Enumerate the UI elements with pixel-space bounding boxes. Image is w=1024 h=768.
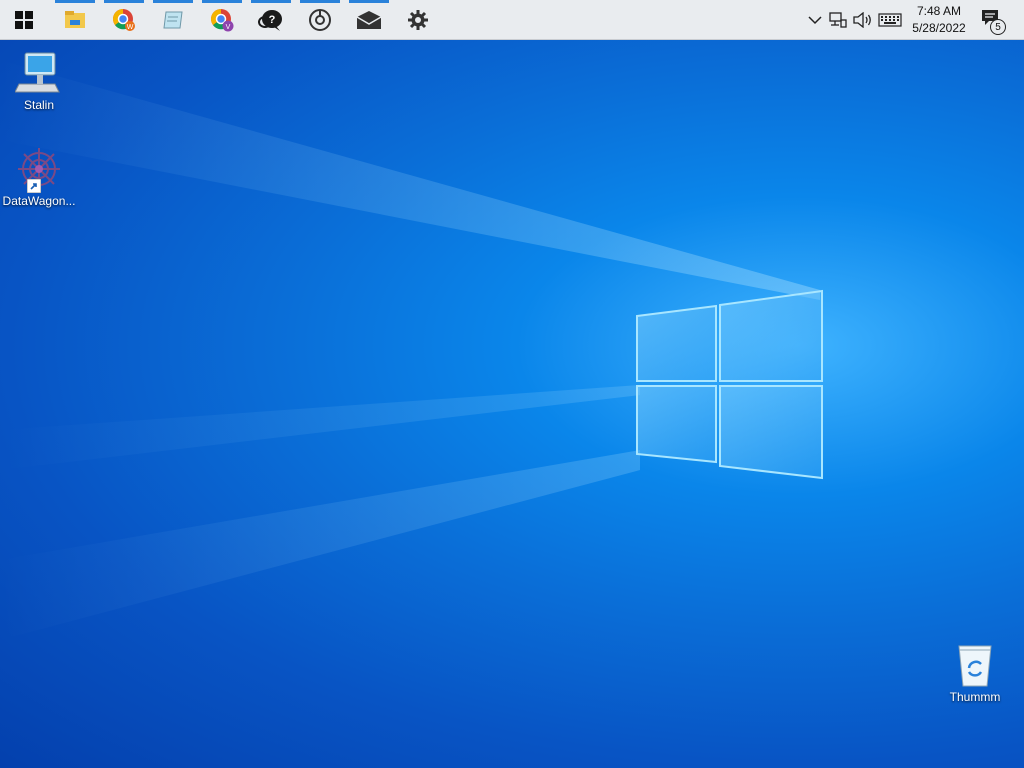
start-button[interactable]	[4, 0, 44, 40]
taskbar-notepad[interactable]	[153, 0, 193, 40]
taskbar-clock[interactable]: 7:48 AM 5/28/2022	[906, 0, 972, 40]
tray-network[interactable]	[828, 0, 848, 40]
taskbar-help-chat[interactable]: ?	[251, 0, 291, 40]
notification-count-badge: 5	[990, 19, 1006, 35]
desktop-icon-label: Stalin	[23, 98, 55, 112]
taskbar-media-disc[interactable]	[300, 0, 340, 40]
volume-icon	[853, 12, 871, 28]
taskbar: W V ? 7:48 AM 5/28/2022 5	[0, 0, 1024, 40]
taskbar-settings[interactable]	[398, 0, 438, 40]
desktop-icon-label: DataWagon...	[2, 194, 76, 208]
keyboard-icon	[878, 13, 902, 27]
desktop-icon-recycle-bin[interactable]: Thummm	[937, 642, 1013, 704]
media-disc-icon	[309, 9, 331, 31]
tray-volume[interactable]	[852, 0, 874, 40]
mail-icon	[356, 11, 382, 29]
clock-time: 7:48 AM	[916, 4, 962, 18]
settings-gear-icon	[408, 10, 428, 30]
tray-overflow-button[interactable]	[806, 0, 824, 40]
file-explorer-icon	[65, 11, 85, 28]
tray-keyboard[interactable]	[877, 0, 903, 40]
chevron-up-icon	[808, 16, 822, 25]
network-icon	[829, 12, 847, 28]
help-chat-icon: ?	[258, 10, 282, 31]
taskbar-mail[interactable]	[349, 0, 389, 40]
clock-date: 5/28/2022	[912, 21, 966, 35]
desktop-icon-datawagon[interactable]: DataWagon...	[1, 146, 77, 208]
taskbar-file-explorer[interactable]	[55, 0, 95, 40]
computer-icon	[15, 52, 60, 93]
desktop-icon-label: Thummm	[949, 690, 1001, 704]
windows-logo-icon	[15, 11, 33, 29]
desktop-icon-stalin[interactable]: Stalin	[1, 50, 77, 112]
recycle-bin-icon	[958, 645, 992, 687]
svg-text:?: ?	[269, 14, 276, 26]
notepad-icon	[163, 11, 183, 29]
chrome-profile-w-icon: W	[113, 9, 135, 31]
chrome-profile-v-icon: V	[211, 9, 234, 32]
svg-text:V: V	[226, 24, 231, 31]
svg-text:W: W	[127, 24, 134, 31]
taskbar-chrome-w[interactable]: W	[104, 0, 144, 40]
taskbar-chrome-v[interactable]: V	[202, 0, 242, 40]
desktop-wallpaper	[0, 60, 823, 640]
shortcut-arrow-icon	[27, 179, 41, 193]
